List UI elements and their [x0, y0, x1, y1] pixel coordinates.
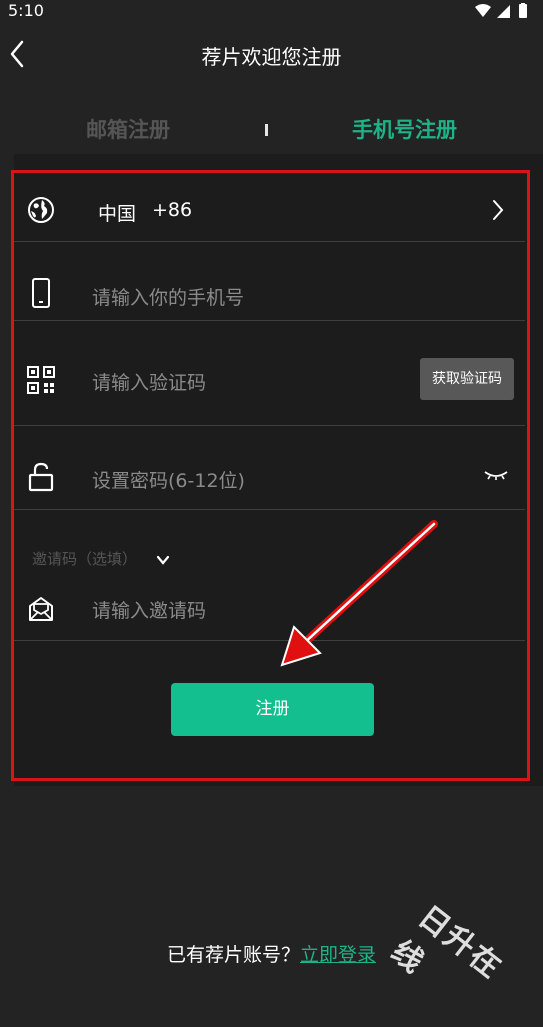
status-icons: [475, 3, 527, 18]
tab-phone-register[interactable]: 手机号注册: [352, 108, 457, 152]
footer-text: 已有荐片账号？: [166, 944, 300, 966]
battery-icon: [519, 3, 527, 18]
watermark: 日升在线: [384, 899, 509, 986]
top-bar: 荐片欢迎您注册: [0, 30, 543, 78]
status-time: 5:10: [8, 1, 44, 20]
signal-icon: [497, 5, 510, 18]
tab-email-register[interactable]: 邮箱注册: [86, 108, 170, 152]
login-link[interactable]: 立即登录: [300, 944, 376, 966]
tab-divider: [265, 124, 268, 136]
highlight-box: [11, 170, 530, 781]
status-bar: 5:10: [0, 0, 543, 22]
register-tabs: 邮箱注册 手机号注册: [0, 108, 543, 152]
wifi-icon: [475, 4, 491, 17]
page-title: 荐片欢迎您注册: [201, 45, 342, 69]
